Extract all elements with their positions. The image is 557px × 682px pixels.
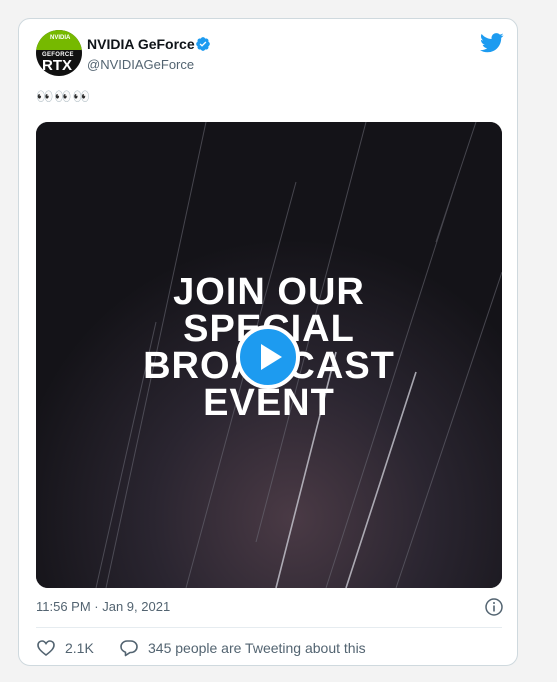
- tweet-text: 👀👀👀: [36, 88, 92, 104]
- tweet-card[interactable]: NVIDIA GEFORCE RTX NVIDIA GeForce @NVIDI…: [18, 18, 518, 666]
- author-handle[interactable]: @NVIDIAGeForce: [87, 57, 194, 72]
- tweeting-about-link[interactable]: 345 people are Tweeting about this: [148, 640, 366, 656]
- author-name[interactable]: NVIDIA GeForce: [87, 36, 195, 52]
- info-icon[interactable]: [484, 597, 504, 617]
- play-icon[interactable]: [236, 325, 300, 389]
- verified-badge-icon: [196, 37, 210, 51]
- divider: [36, 627, 502, 628]
- avatar[interactable]: NVIDIA GEFORCE RTX: [36, 30, 82, 76]
- reply-icon[interactable]: [119, 638, 139, 658]
- avatar-brand-text: NVIDIA: [50, 35, 71, 41]
- twitter-bird-icon[interactable]: [480, 33, 504, 53]
- video-player[interactable]: JOIN OUR SPECIAL BROADCAST EVENT: [36, 122, 502, 588]
- headline-line: EVENT: [203, 382, 335, 424]
- tweet-timestamp[interactable]: 11:56 PM · Jan 9, 2021: [36, 599, 170, 614]
- heart-icon[interactable]: [36, 638, 56, 658]
- like-count[interactable]: 2.1K: [65, 640, 94, 656]
- avatar-line2: RTX: [42, 57, 72, 74]
- headline-line: JOIN OUR: [173, 271, 365, 313]
